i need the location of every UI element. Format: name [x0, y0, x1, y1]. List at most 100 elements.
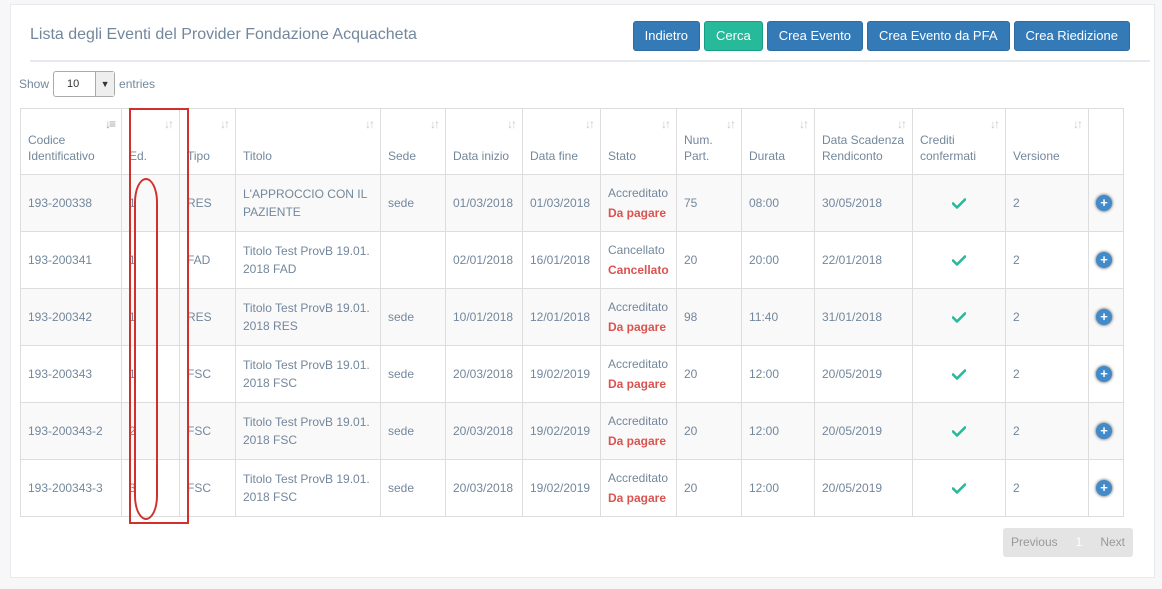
- cell-codice-text: 193-200342: [28, 310, 93, 324]
- column-header-ed[interactable]: ↓↑ Ed.: [121, 108, 180, 175]
- search-button[interactable]: Cerca: [704, 21, 763, 51]
- column-header-stato[interactable]: ↓↑ Stato: [600, 108, 677, 175]
- column-header-num-part[interactable]: ↓↑ Num. Part.: [676, 108, 742, 175]
- cell-data-inizio-text: 01/03/2018: [453, 196, 514, 210]
- cell-durata: 12:00: [741, 459, 815, 517]
- cell-sede: sede: [380, 174, 446, 232]
- table-row: 193-200342 1 RES Titolo Test ProvB 19.01. 2…: [20, 288, 1124, 346]
- cell-edizione: 1: [121, 174, 180, 232]
- column-header-label: Stato: [608, 149, 637, 163]
- column-header-data-scadenza[interactable]: ↓↑ Data Scadenza Rendiconto: [814, 108, 913, 175]
- column-header-sede[interactable]: ↓↑ Sede: [380, 108, 446, 175]
- sort-icon: ↓↑: [365, 117, 375, 131]
- expand-row-plus-icon[interactable]: +: [1096, 423, 1112, 439]
- column-header-crediti[interactable]: ↓↑ Crediti confermati: [912, 108, 1006, 175]
- create-event-button[interactable]: Crea Evento: [766, 21, 863, 51]
- expand-row-plus-icon[interactable]: +: [1096, 366, 1112, 382]
- cell-edizione: 2: [121, 402, 180, 460]
- cell-codice-text: 193-200338: [28, 196, 93, 210]
- sort-icon: ↓↑: [897, 117, 907, 131]
- sort-icon: ↓↑: [799, 117, 809, 131]
- cell-durata-text: 12:00: [749, 367, 780, 381]
- cell-titolo-text: Titolo Test ProvB 19.01. 2018 FSC: [243, 415, 370, 447]
- table-row: 193-200343-3 3 FSC Titolo Test ProvB 19.01.…: [20, 459, 1124, 517]
- cell-tipo: FSC: [179, 459, 236, 517]
- cell-data-scadenza-text: 20/05/2019: [822, 481, 883, 495]
- create-event-pfa-button[interactable]: Crea Evento da PFA: [866, 21, 1010, 51]
- cell-sede: [380, 231, 446, 289]
- expand-row-plus-icon[interactable]: +: [1096, 252, 1112, 268]
- column-header-label: Tipo: [187, 149, 210, 163]
- cell-edizione-text: 1: [129, 367, 136, 381]
- cell-sede: sede: [380, 288, 446, 346]
- cell-sede-text: sede: [388, 310, 415, 324]
- check-icon: [952, 425, 966, 437]
- create-reedition-button[interactable]: Crea Riedizione: [1013, 21, 1130, 51]
- entries-select[interactable]: 10 ▼: [53, 71, 116, 97]
- status-text: Accreditato: [608, 471, 669, 485]
- cell-data-fine-text: 19/02/2019: [530, 481, 591, 495]
- cell-codice: 193-200338: [20, 174, 122, 232]
- column-header-tipo[interactable]: ↓↑ Tipo: [179, 108, 236, 175]
- cell-versione: 2: [1005, 288, 1089, 346]
- cell-stato: Accreditato Da pagare: [600, 459, 677, 517]
- cell-data-fine: 16/01/2018: [522, 231, 601, 289]
- entries-select-value: 10: [67, 78, 80, 90]
- sort-icon: ↓↑: [507, 117, 517, 131]
- cell-crediti: [912, 174, 1006, 232]
- cell-actions: +: [1088, 459, 1124, 517]
- cell-durata-text: 20:00: [749, 253, 780, 267]
- cell-titolo: Titolo Test ProvB 19.01. 2018 FSC: [235, 459, 381, 517]
- cell-stato: Accreditato Da pagare: [600, 288, 677, 346]
- expand-row-plus-icon[interactable]: +: [1096, 309, 1112, 325]
- cell-edizione: 1: [121, 288, 180, 346]
- current-page-button[interactable]: 1: [1066, 528, 1093, 557]
- back-button[interactable]: Indietro: [632, 21, 701, 51]
- chevron-down-icon: ▼: [95, 72, 115, 96]
- cell-stato: Cancellato Cancellato: [600, 231, 677, 289]
- cell-versione-text: 2: [1013, 196, 1020, 210]
- cell-edizione-text: 2: [129, 424, 136, 438]
- sort-icon: ↓↑: [585, 117, 595, 131]
- cell-data-inizio: 20/03/2018: [445, 402, 523, 460]
- cell-data-inizio-text: 10/01/2018: [453, 310, 514, 324]
- payment-status-badge: Cancellato: [608, 263, 669, 277]
- cell-num-part-text: 20: [684, 367, 698, 381]
- cell-num-part: 20: [676, 402, 742, 460]
- column-header-actions: [1088, 108, 1124, 175]
- cell-edizione: 1: [121, 345, 180, 403]
- cell-tipo: FSC: [179, 345, 236, 403]
- cell-sede: sede: [380, 345, 446, 403]
- next-page-button[interactable]: Next: [1092, 528, 1133, 557]
- column-header-titolo[interactable]: ↓↑ Titolo: [235, 108, 381, 175]
- cell-versione-text: 2: [1013, 253, 1020, 267]
- payment-status-badge: Da pagare: [608, 206, 667, 220]
- sort-icon: ↓↑: [220, 117, 230, 131]
- cell-durata: 12:00: [741, 402, 815, 460]
- column-header-data-inizio[interactable]: ↓↑ Data inizio: [445, 108, 523, 175]
- cell-codice: 193-200341: [20, 231, 122, 289]
- cell-data-inizio: 01/03/2018: [445, 174, 523, 232]
- cell-tipo-text: FSC: [187, 424, 211, 438]
- cell-codice: 193-200343-2: [20, 402, 122, 460]
- column-header-versione[interactable]: ↓↑ Versione: [1005, 108, 1089, 175]
- column-header-label: Data inizio: [453, 149, 510, 163]
- table-row: 193-200343 1 FSC Titolo Test ProvB 19.01. 2…: [20, 345, 1124, 403]
- column-header-label: Ed.: [129, 149, 148, 163]
- column-header-label: Codice Identificativo: [28, 133, 95, 163]
- column-header-data-fine[interactable]: ↓↑ Data fine: [522, 108, 601, 175]
- cell-data-inizio-text: 20/03/2018: [453, 481, 514, 495]
- pagination: Previous 1 Next: [1002, 528, 1133, 557]
- page-title: Lista degli Eventi del Provider Fondazio…: [30, 26, 417, 43]
- length-prefix: Show: [19, 77, 50, 91]
- expand-row-plus-icon[interactable]: +: [1096, 195, 1112, 211]
- previous-page-button[interactable]: Previous: [1003, 528, 1066, 557]
- cell-versione: 2: [1005, 459, 1089, 517]
- column-header-codice[interactable]: ↓≡ Codice Identificativo: [20, 108, 122, 175]
- cell-codice-text: 193-200343-3: [28, 481, 103, 495]
- column-header-durata[interactable]: ↓↑ Durata: [741, 108, 815, 175]
- cell-data-fine-text: 16/01/2018: [530, 253, 591, 267]
- cell-edizione: 1: [121, 231, 180, 289]
- expand-row-plus-icon[interactable]: +: [1096, 480, 1112, 496]
- cell-data-scadenza: 30/05/2018: [814, 174, 913, 232]
